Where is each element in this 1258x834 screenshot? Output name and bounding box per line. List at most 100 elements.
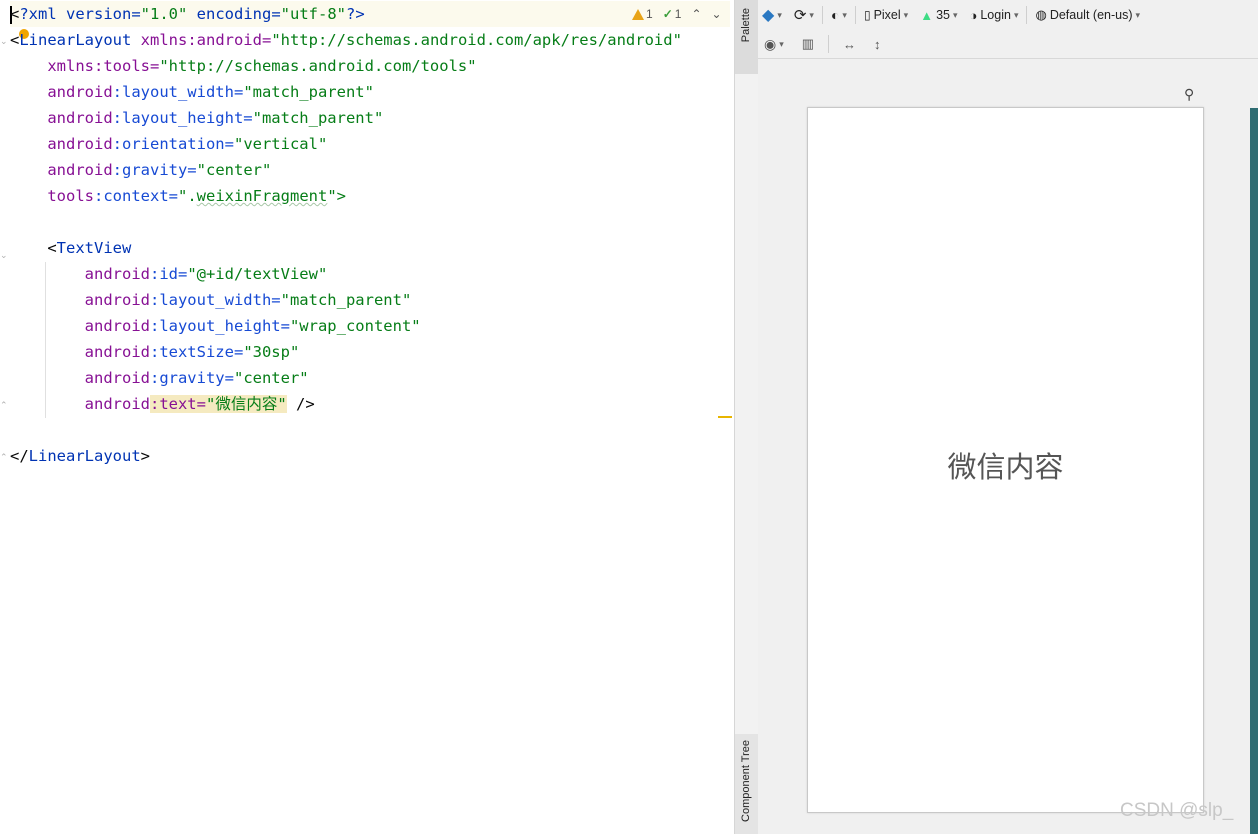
- code-line[interactable]: [10, 209, 730, 235]
- code-line[interactable]: android:textSize="30sp": [10, 339, 730, 365]
- code-token: "match_parent": [243, 83, 374, 101]
- toolbar-divider: [1026, 6, 1028, 24]
- fold-marker-icon[interactable]: ⌃: [0, 400, 8, 410]
- layers-icon: ◆: [762, 7, 775, 24]
- fold-marker-icon[interactable]: ⌄: [0, 250, 8, 260]
- orientation-button[interactable]: ⟳ ▾: [790, 3, 818, 27]
- night-mode-button[interactable]: ◐ ▾: [827, 3, 851, 27]
- chevron-down-icon: ▾: [903, 9, 909, 20]
- warning-icon: [632, 8, 644, 20]
- resize-vertical-button[interactable]: ↕: [870, 32, 885, 56]
- inspection-widget[interactable]: 1 ✓ 1 ⌃ ⌄: [626, 3, 728, 25]
- toolbar-divider: [828, 35, 830, 53]
- code-line[interactable]: xmlns:tools="http://schemas.android.com/…: [10, 53, 730, 79]
- resize-horizontal-button[interactable]: ↔: [839, 32, 860, 56]
- locale-label: Default (en-us): [1049, 8, 1133, 22]
- code-editor[interactable]: ⌄ ⌄ ⌃ ⌃ <?xml version="1.0" encoding="ut…: [0, 0, 734, 834]
- next-highlight-icon[interactable]: ⌄: [712, 7, 722, 21]
- chevron-down-icon: ▾: [952, 9, 958, 20]
- code-line[interactable]: android:gravity="center": [10, 157, 730, 183]
- design-surface-button[interactable]: ◆ ▾: [758, 3, 786, 27]
- code-lines[interactable]: <?xml version="1.0" encoding="utf-8"?> <…: [10, 1, 730, 469]
- code-token: android: [10, 109, 113, 127]
- fold-marker-icon[interactable]: ⌃: [0, 452, 8, 462]
- code-token: ?xml version=: [19, 5, 141, 23]
- code-token: "match_parent": [280, 291, 412, 309]
- typos-count: 1: [674, 7, 682, 21]
- api-level-selector[interactable]: ▲ 35 ▾: [916, 3, 961, 27]
- toolbar-divider: [854, 6, 856, 24]
- code-line[interactable]: android:layout_height="match_parent": [10, 105, 730, 131]
- code-line[interactable]: android:orientation="vertical": [10, 131, 730, 157]
- code-token: :layout_height=: [112, 109, 253, 127]
- design-toolbar: ◆ ▾ ⟳ ▾ ◐ ▾ ▯ Pixel ▾ ▲ 35 ▾ ◑ Login ▾ ◍ Default (…: [758, 0, 1258, 30]
- typos-indicator[interactable]: ✓ 1: [663, 7, 682, 21]
- view-options-button[interactable]: ◉ ▾: [760, 32, 788, 56]
- chevron-down-icon: ▾: [779, 38, 784, 49]
- component-tree-tab[interactable]: Component Tree: [735, 734, 759, 834]
- code-line[interactable]: android:gravity="center": [10, 365, 730, 391]
- code-line[interactable]: <LinearLayout xmlns:android="http://sche…: [10, 27, 730, 53]
- columns-icon: ▥: [801, 36, 815, 51]
- warnings-indicator[interactable]: 1: [632, 7, 653, 21]
- code-line[interactable]: android:layout_width="match_parent": [10, 287, 730, 313]
- toolbar-divider: [821, 6, 823, 24]
- component-tree-tab-label: Component Tree: [740, 740, 752, 822]
- code-line[interactable]: android:id="@+id/textView": [10, 261, 730, 287]
- code-token: "utf-8": [280, 5, 346, 23]
- code-token: :layout_width=: [149, 291, 281, 309]
- code-line[interactable]: </LinearLayout>: [10, 443, 730, 469]
- code-token: tools: [10, 187, 94, 205]
- code-token: >: [140, 447, 150, 465]
- warnings-count: 1: [646, 7, 653, 21]
- code-token: TextView: [56, 239, 132, 257]
- code-token: xmlns:tools=: [10, 57, 160, 75]
- device-selector[interactable]: ▯ Pixel ▾: [860, 3, 912, 27]
- code-line[interactable]: tools:context=".weixinFragment">: [10, 183, 730, 209]
- api-level-label: 35: [936, 8, 950, 22]
- code-line[interactable]: android:text="微信内容" />: [10, 391, 730, 417]
- code-line[interactable]: android:layout_width="match_parent": [10, 79, 730, 105]
- code-token: :context=: [94, 187, 178, 205]
- preview-textview[interactable]: 微信内容: [808, 444, 1203, 486]
- chevron-down-icon: ▾: [1013, 9, 1019, 20]
- code-token: android: [10, 265, 150, 283]
- code-line[interactable]: android:layout_height="wrap_content": [10, 313, 730, 339]
- code-token: ?>: [346, 5, 365, 23]
- code-token: "center": [196, 161, 272, 179]
- code-line[interactable]: [10, 417, 730, 443]
- code-token: "match_parent": [252, 109, 384, 127]
- watermark: CSDN @slp_: [1120, 800, 1234, 821]
- locale-selector[interactable]: ◍ Default (en-us) ▾: [1031, 3, 1144, 27]
- code-token: android: [10, 317, 150, 335]
- editor-gutter[interactable]: [0, 0, 8, 834]
- globe-icon: ◍: [1035, 7, 1047, 22]
- theme-selector[interactable]: ◑ Login ▾: [966, 3, 1023, 27]
- code-token: android: [10, 135, 113, 153]
- code-token: :textSize=: [149, 343, 244, 361]
- phone-icon: ▯: [863, 8, 871, 22]
- side-panel-edge: [1250, 108, 1258, 834]
- fold-marker-icon[interactable]: ⌄: [0, 36, 8, 46]
- code-token: "1.0": [140, 5, 188, 23]
- code-token: :text=: [149, 395, 206, 413]
- chevron-down-icon: ▾: [842, 9, 847, 20]
- chevron-down-icon: ▾: [777, 9, 782, 20]
- code-token: </: [10, 447, 29, 465]
- code-token: :id=: [149, 265, 188, 283]
- code-line[interactable]: <?xml version="1.0" encoding="utf-8"?>: [10, 1, 730, 27]
- device-preview[interactable]: 微信内容: [807, 107, 1204, 813]
- code-line[interactable]: <TextView: [10, 235, 730, 261]
- rotate-icon: ⟳: [793, 7, 807, 24]
- night-mode-icon: ◐: [830, 7, 840, 23]
- code-token: "@+id/textView": [187, 265, 328, 283]
- code-token: "center": [233, 369, 309, 387]
- blueprint-toggle[interactable]: ▥: [798, 32, 818, 56]
- pin-icon[interactable]: ⚲: [1184, 86, 1194, 103]
- theme-icon: ◑: [969, 7, 978, 23]
- layout-design-panel[interactable]: ◆ ▾ ⟳ ▾ ◐ ▾ ▯ Pixel ▾ ▲ 35 ▾ ◑ Login ▾ ◍ Default (…: [758, 0, 1258, 834]
- code-token: LinearLayout: [28, 447, 141, 465]
- code-token: android: [10, 83, 113, 101]
- palette-tab[interactable]: Palette: [735, 0, 759, 74]
- previous-highlight-icon[interactable]: ⌃: [691, 7, 701, 21]
